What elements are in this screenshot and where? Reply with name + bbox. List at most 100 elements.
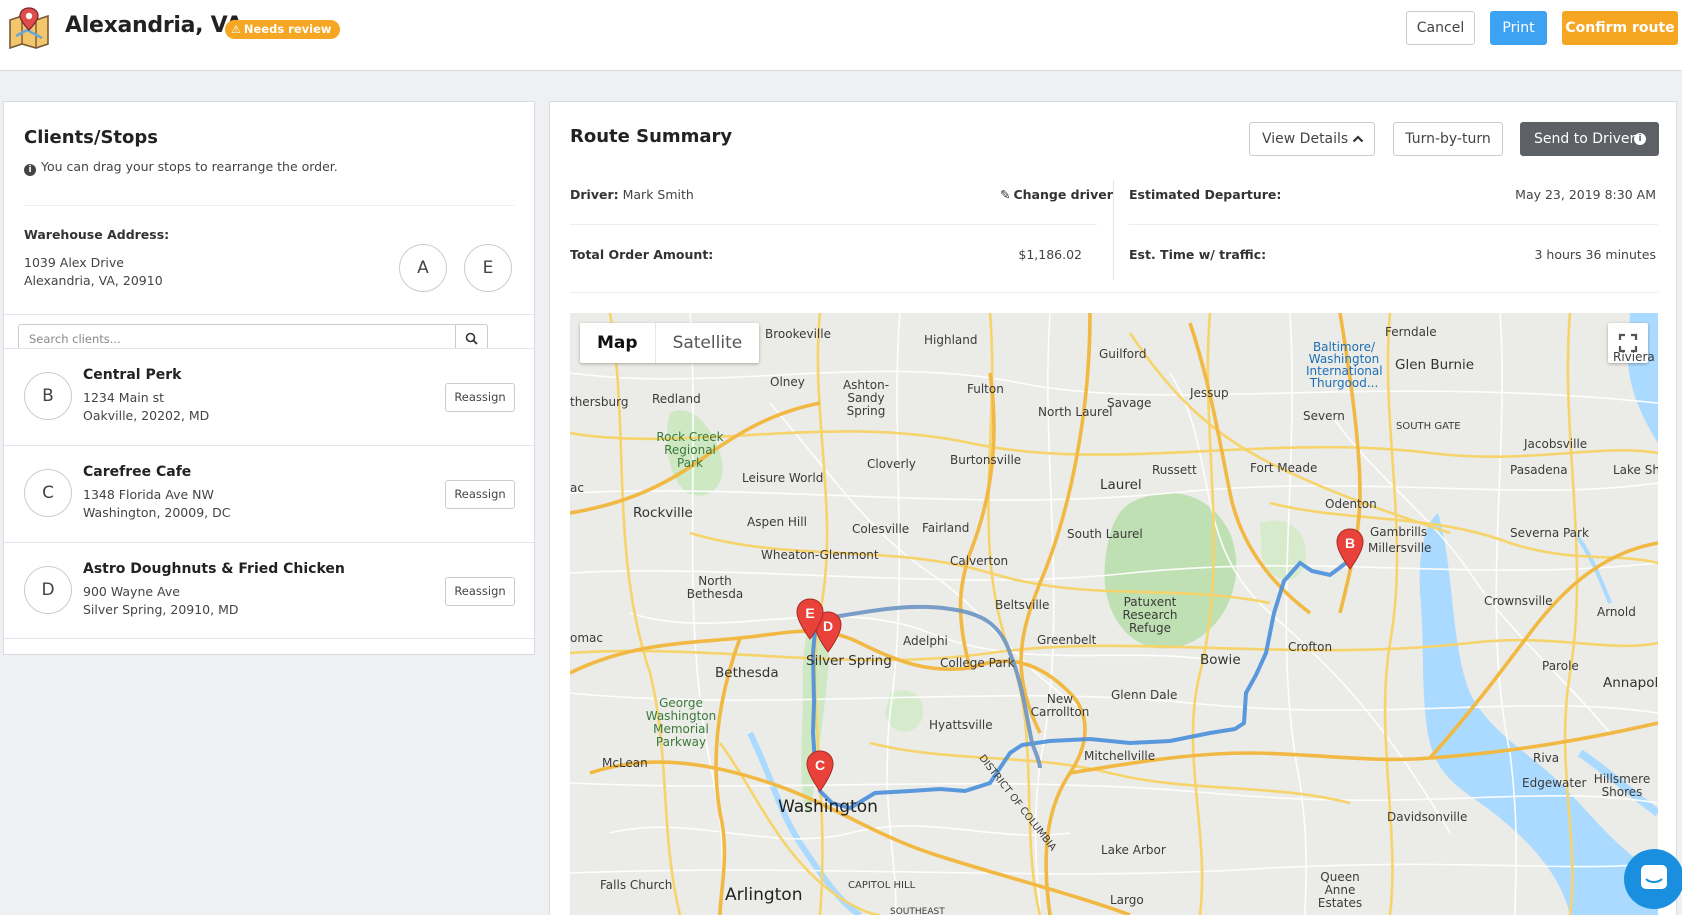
place-label: South Laurel [1067,527,1143,541]
place-label: Fairland [922,521,970,535]
place-label: Rock Creek Regional Park [656,430,724,470]
stop-pin-label: B [1345,535,1355,551]
place-label: Russett [1152,463,1197,477]
route-map[interactable]: Map Satellite Washington Silver Spring Be… [570,313,1658,915]
place-label: Washington [778,797,878,817]
place-label: New Carrollton [1030,692,1090,719]
place-label: Calverton [950,554,1009,568]
print-button[interactable]: Print [1490,11,1547,45]
top-bar: Alexandria, VA ⚠ Needs review Cancel Prin… [0,0,1682,71]
divider [24,205,514,206]
place-label: College Park [940,656,1015,670]
place-label: Riva [1533,751,1560,765]
stop-marker: B [24,372,72,420]
map-pin-logo-icon [9,7,49,50]
place-label: Bethesda [715,665,779,681]
place-label: Beltsville [995,598,1050,612]
client-address-line1: 900 Wayne Ave [83,584,180,599]
place-label: Millersville [1368,541,1432,555]
place-label: Parole [1542,659,1579,673]
reassign-button[interactable]: Reassign [445,383,515,412]
place-label: Arlington [725,885,803,905]
send-to-driver-button[interactable]: Send to Driver i [1520,122,1659,156]
place-label: Savage [1107,396,1152,410]
needs-review-badge: ⚠ Needs review [225,20,340,39]
send-to-driver-label: Send to Driver [1534,131,1636,147]
stop-pin-c[interactable]: C [805,750,835,792]
client-item[interactable]: D Astro Doughnuts & Fried Chicken 900 Wa… [4,542,534,639]
place-label: Aspen Hill [747,515,807,529]
traffic-time-label: Est. Time w/ traffic: [1129,247,1267,262]
cancel-button[interactable]: Cancel [1406,11,1475,45]
reassign-button[interactable]: Reassign [445,480,515,509]
change-driver-link[interactable]: ✎ Change driver [1000,187,1113,202]
warning-icon: ⚠ [231,23,241,36]
client-address-line1: 1348 Florida Ave NW [83,487,214,502]
place-label: Severna Park [1510,526,1589,540]
stop-pin-b[interactable]: B [1335,528,1365,570]
info-icon: i [24,164,36,176]
place-label: SOUTHEAST [890,907,945,915]
place-label: Highland [924,333,978,347]
place-label: George Washington Memorial Parkway [645,696,717,749]
warehouse-address-line2: Alexandria, VA, 20910 [24,273,163,288]
stop-pin-e[interactable]: E [795,598,825,640]
warehouse-label: Warehouse Address: [24,227,170,242]
place-label: Severn [1303,409,1345,423]
place-label: Annapolis [1603,675,1658,691]
place-label: Lake Shor [1613,463,1658,477]
place-label: Colesville [852,522,910,536]
warehouse-address-line1: 1039 Alex Drive [24,255,124,270]
total-order-value: $1,186.02 [1018,247,1082,262]
place-label: Glenn Dale [1111,688,1178,702]
divider [4,314,534,315]
departure-value: May 23, 2019 8:30 AM [1515,187,1656,202]
place-label: McLean [602,756,648,770]
place-label: Rockville [633,505,693,521]
page-title: Alexandria, VA [65,13,243,38]
driver-label: Driver: [570,187,619,202]
stop-pin-label: C [815,757,825,773]
place-label: Hyattsville [929,718,993,732]
map-tab[interactable]: Map [580,323,656,363]
place-label: Crofton [1288,640,1333,654]
divider [570,224,1097,225]
client-address-line2: Silver Spring, 20910, MD [83,602,239,617]
departure-label: Estimated Departure: [1129,187,1282,202]
place-label: Fulton [967,382,1004,396]
change-driver-label: Change driver [1013,187,1113,202]
divider [1113,180,1114,280]
driver-field: Driver: Mark Smith [570,187,694,202]
turn-by-turn-button[interactable]: Turn-by-turn [1393,122,1503,156]
client-address-line2: Washington, 20009, DC [83,505,231,520]
place-label: Glen Burnie [1395,357,1475,373]
place-label: Odenton [1325,497,1377,511]
client-item[interactable]: C Carefree Cafe 1348 Florida Ave NW Wash… [4,445,534,542]
view-details-button[interactable]: View Details [1249,122,1375,156]
place-label: Bowie [1200,652,1241,668]
place-label: Edgewater [1522,776,1587,790]
place-label: Redland [652,392,701,406]
client-address-line1: 1234 Main st [83,390,165,405]
clients-panel: Clients/Stops i You can drag your stops t… [3,101,535,655]
place-label: Mitchellville [1084,749,1156,763]
satellite-tab[interactable]: Satellite [656,323,760,363]
confirm-route-button[interactable]: Confirm route [1562,11,1678,45]
chat-icon [1641,865,1667,889]
place-label: North Bethesda [686,574,744,601]
divider [1129,224,1658,225]
place-label: Adelphi [903,634,948,648]
client-item[interactable]: B Central Perk 1234 Main st Oakville, 20… [4,348,534,445]
place-label: Baltimore/ Washington International Thur… [1306,340,1383,390]
chat-launcher-button[interactable] [1624,849,1682,909]
place-label: ac [570,481,584,495]
traffic-time-value: 3 hours 36 minutes [1534,247,1656,262]
info-icon: i [1634,133,1646,145]
place-label: Ferndale [1385,325,1437,339]
place-label: Falls Church [600,878,673,892]
place-label: Ashton-Sandy Spring [842,378,890,418]
place-label: Olney [770,375,805,389]
place-label: omac [570,631,603,645]
reassign-button[interactable]: Reassign [445,577,515,606]
chevron-up-icon [1352,135,1364,143]
